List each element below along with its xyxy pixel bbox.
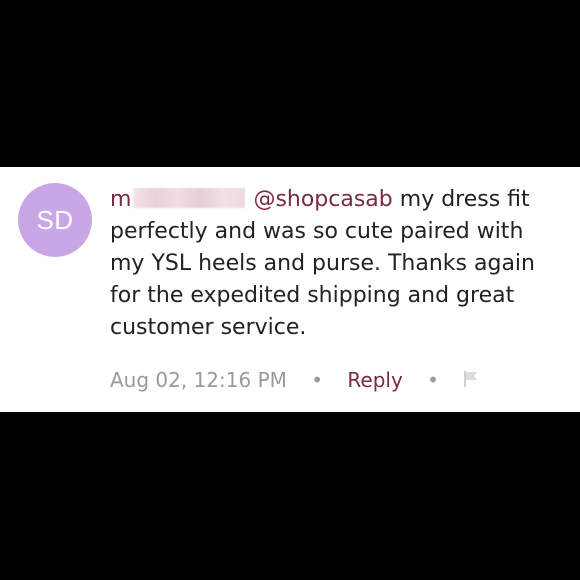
username-link[interactable]: m: [110, 187, 131, 212]
separator-dot: •: [311, 368, 324, 392]
flag-icon[interactable]: [463, 366, 479, 387]
comment-timestamp: Aug 02, 12:16 PM: [110, 368, 287, 392]
page: SD m @shopcasab my dress fit perfectly an…: [0, 0, 580, 580]
comment-meta: Aug 02, 12:16 PM • Reply •: [110, 365, 479, 395]
redacted-username-blur: [133, 188, 246, 208]
comment-text: m @shopcasab my dress fit perfectly and w…: [110, 184, 560, 344]
comment-card: SD m @shopcasab my dress fit perfectly an…: [0, 167, 580, 412]
mention-link[interactable]: @shopcasab: [253, 187, 392, 212]
reply-button[interactable]: Reply: [347, 368, 402, 392]
separator-dot: •: [427, 368, 439, 392]
avatar[interactable]: SD: [18, 183, 92, 257]
